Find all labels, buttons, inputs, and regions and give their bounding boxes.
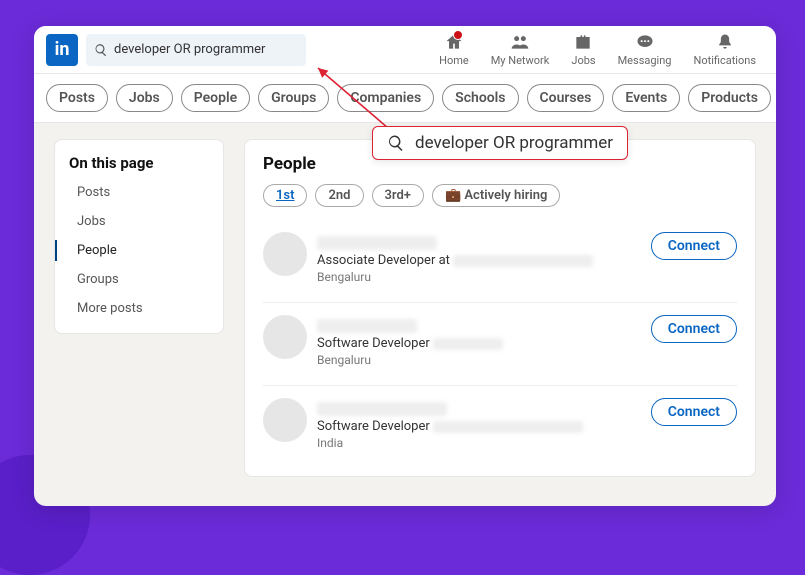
nav-label: Notifications [693, 54, 756, 67]
linkedin-logo[interactable]: in [46, 34, 78, 66]
filter-jobs[interactable]: Jobs [116, 84, 173, 112]
avatar[interactable] [263, 398, 307, 442]
nav-notifications[interactable]: Notifications [693, 32, 756, 67]
nav-label: Home [439, 54, 469, 67]
sidebar-nav: Posts Jobs People Groups More posts [69, 182, 223, 319]
nav-label: Jobs [571, 54, 595, 67]
sidebar: On this page Posts Jobs People Groups Mo… [54, 139, 224, 334]
redacted-name [317, 236, 437, 250]
filter-schools[interactable]: Schools [442, 84, 518, 112]
result-body: Software Developer India [317, 398, 641, 450]
nav-label: My Network [491, 54, 550, 67]
filter-3rd[interactable]: 3rd+ [372, 184, 424, 207]
redacted-company [433, 421, 583, 433]
network-icon [509, 32, 531, 52]
sidebar-title: On this page [69, 154, 223, 172]
nav-messaging[interactable]: Messaging [618, 32, 672, 67]
result-title: Software Developer [317, 336, 641, 351]
result-title: Associate Developer at [317, 253, 641, 268]
connection-degree-filters: 1st 2nd 3rd+ 💼 Actively hiring [263, 184, 737, 207]
filter-products[interactable]: Products [688, 84, 771, 112]
filter-2nd[interactable]: 2nd [315, 184, 363, 207]
messaging-icon [634, 32, 656, 52]
filter-actively-hiring[interactable]: 💼 Actively hiring [432, 184, 560, 207]
search-icon [94, 43, 108, 57]
sidebar-item-jobs[interactable]: Jobs [69, 211, 223, 232]
result-row: Associate Developer at Bengaluru Connect [263, 219, 737, 296]
filter-courses[interactable]: Courses [527, 84, 605, 112]
search-callout: developer OR programmer [372, 126, 628, 160]
bell-icon [714, 32, 736, 52]
filter-people[interactable]: People [181, 84, 250, 112]
result-body: Software Developer Bengaluru [317, 315, 641, 367]
connect-button[interactable]: Connect [651, 398, 737, 426]
sidebar-item-people[interactable]: People [55, 240, 223, 261]
top-navigation: Home My Network Jobs Messaging Notificat… [439, 32, 768, 67]
sidebar-item-more-posts[interactable]: More posts [69, 298, 223, 319]
results-panel: People 1st 2nd 3rd+ 💼 Actively hiring As… [244, 139, 756, 477]
redacted-name [317, 402, 447, 416]
nav-my-network[interactable]: My Network [491, 32, 550, 67]
filter-events[interactable]: Events [612, 84, 680, 112]
result-location: Bengaluru [317, 270, 641, 284]
avatar[interactable] [263, 232, 307, 276]
redacted-company [433, 338, 503, 350]
filter-posts[interactable]: Posts [46, 84, 108, 112]
nav-home[interactable]: Home [439, 32, 469, 67]
jobs-icon [572, 32, 594, 52]
filter-1st[interactable]: 1st [263, 184, 307, 207]
avatar[interactable] [263, 315, 307, 359]
redacted-name [317, 319, 417, 333]
result-row: Software Developer India Connect [263, 385, 737, 462]
result-row: Software Developer Bengaluru Connect [263, 302, 737, 379]
sidebar-item-posts[interactable]: Posts [69, 182, 223, 203]
result-location: India [317, 436, 641, 450]
result-location: Bengaluru [317, 353, 641, 367]
connect-button[interactable]: Connect [651, 315, 737, 343]
redacted-company [453, 255, 593, 267]
connect-button[interactable]: Connect [651, 232, 737, 260]
nav-jobs[interactable]: Jobs [571, 32, 595, 67]
sidebar-item-groups[interactable]: Groups [69, 269, 223, 290]
notification-badge [453, 30, 463, 40]
result-body: Associate Developer at Bengaluru [317, 232, 641, 284]
content-body: On this page Posts Jobs People Groups Mo… [34, 123, 776, 493]
search-input[interactable]: developer OR programmer [86, 34, 306, 66]
callout-text: developer OR programmer [415, 133, 613, 153]
search-query-text: developer OR programmer [114, 42, 265, 57]
nav-label: Messaging [618, 54, 672, 67]
result-title: Software Developer [317, 419, 641, 434]
search-icon [387, 134, 405, 152]
